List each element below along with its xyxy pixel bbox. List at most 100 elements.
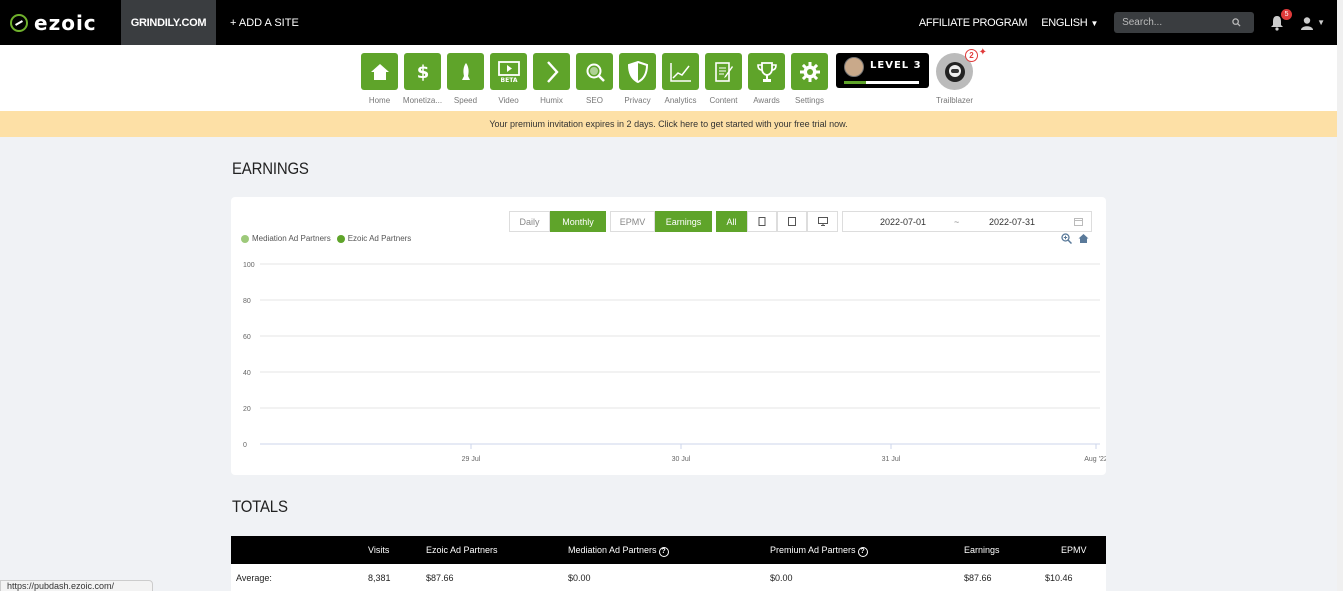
video-icon: BETA — [490, 53, 527, 90]
dollar-icon: $ — [404, 53, 441, 90]
logo-text: ezoic — [34, 10, 97, 35]
svg-text:BETA: BETA — [500, 77, 517, 83]
epmv-button[interactable]: EPMV — [610, 211, 655, 232]
desktop-icon — [817, 217, 828, 226]
app-awards-button[interactable]: Awards — [745, 53, 788, 105]
app-content-button[interactable]: Content — [702, 53, 745, 105]
site-selector[interactable]: GRINDILY.COM — [121, 0, 216, 45]
app-label: Privacy — [624, 96, 651, 105]
rocket-icon — [447, 53, 484, 90]
add-site-link[interactable]: + ADD A SITE — [230, 17, 299, 29]
trailblazer-icon: 2 ✦ — [936, 47, 987, 90]
header-visits[interactable]: Visits — [368, 545, 389, 555]
app-video-button[interactable]: BETA Video — [487, 53, 530, 105]
caret-down-icon: ▼ — [1317, 18, 1325, 27]
calendar-icon — [1074, 218, 1083, 226]
app-privacy-button[interactable]: Privacy — [616, 53, 659, 105]
search-icon[interactable] — [1232, 18, 1241, 27]
svg-text:$: $ — [416, 62, 429, 82]
gear-icon — [791, 53, 828, 90]
x-tick-label: 30 Jul — [672, 456, 691, 463]
avatar — [844, 57, 864, 77]
header-label: Mediation Ad Partners — [568, 545, 657, 555]
header-mediation-ad-partners[interactable]: Mediation Ad Partners? — [568, 545, 669, 557]
app-label: Settings — [795, 96, 824, 105]
table-header: Visits Ezoic Ad Partners Mediation Ad Pa… — [231, 536, 1106, 564]
legend-label[interactable]: Ezoic Ad Partners — [348, 234, 412, 243]
search-input[interactable] — [1122, 17, 1233, 28]
legend-dot — [336, 234, 345, 243]
header-ezoic-ad-partners[interactable]: Ezoic Ad Partners — [426, 545, 498, 555]
document-edit-icon — [705, 53, 742, 90]
header-epmv[interactable]: EPMV — [1061, 545, 1087, 555]
legend-label[interactable]: Mediation Ad Partners — [252, 234, 331, 243]
y-tick-label: 80 — [243, 298, 251, 305]
monthly-button[interactable]: Monthly — [550, 211, 606, 232]
app-label: Home — [368, 96, 391, 105]
device-mobile-button[interactable] — [777, 211, 807, 232]
caret-down-icon: ▼ — [1090, 18, 1099, 28]
affiliate-program-link[interactable]: AFFILIATE PROGRAM — [919, 17, 1028, 29]
header-label: Premium Ad Partners — [770, 545, 856, 555]
totals-table: Visits Ezoic Ad Partners Mediation Ad Pa… — [231, 536, 1106, 591]
x-tick-label: Aug '22 — [1084, 456, 1106, 463]
app-analytics-button[interactable]: Analytics — [659, 53, 702, 105]
trailblazer-label: Trailblazer — [936, 96, 974, 105]
app-seo-button[interactable]: SEO — [573, 53, 616, 105]
notifications-button[interactable]: 5 — [1270, 8, 1293, 33]
home-reset-icon[interactable] — [1078, 233, 1089, 244]
app-icon-bar: Home $ Monetiza... Speed BETA Video Humix SEO Pr… — [0, 45, 1337, 111]
level-progress-bar — [844, 81, 919, 84]
help-icon[interactable]: ? — [658, 547, 669, 557]
app-settings-button[interactable]: Settings — [788, 53, 831, 105]
x-tick-label: 31 Jul — [882, 456, 901, 463]
notifications-badge: 5 — [1281, 8, 1293, 20]
chevron-right-icon — [533, 53, 570, 90]
period-toggle: Daily Monthly — [509, 211, 606, 232]
app-label: Analytics — [664, 96, 697, 105]
premium-invitation-banner[interactable]: Your premium invitation expires in 2 day… — [0, 111, 1337, 137]
app-speed-button[interactable]: Speed — [444, 53, 487, 105]
app-label: Content — [709, 96, 738, 105]
sparkle-icon: ✦ — [978, 47, 988, 58]
device-desktop-button[interactable] — [807, 211, 838, 232]
user-menu[interactable]: ▼ — [1300, 16, 1325, 30]
header-premium-ad-partners[interactable]: Premium Ad Partners? — [770, 545, 868, 557]
ezoic-logo[interactable]: ezoic — [0, 0, 121, 45]
earnings-chart-card: Daily Monthly EPMV Earnings All 2022-07-… — [231, 197, 1106, 475]
device-all-button[interactable]: All — [716, 211, 747, 232]
help-icon[interactable]: ? — [857, 547, 868, 557]
magnifier-icon — [576, 53, 613, 90]
zoom-in-icon[interactable] — [1061, 233, 1072, 244]
date-range-picker[interactable]: 2022-07-01 ~ 2022-07-31 — [842, 211, 1092, 232]
level-badge[interactable]: LEVEL 3 — [836, 53, 929, 88]
tablet-icon — [758, 217, 766, 226]
cell-premium-ad-partners: $0.00 — [770, 573, 793, 583]
chart-legend: Mediation Ad Partners Ezoic Ad Partners — [241, 234, 411, 243]
daily-button[interactable]: Daily — [509, 211, 550, 232]
device-tablet-button[interactable] — [747, 211, 777, 232]
date-to: 2022-07-31 — [989, 216, 1036, 227]
app-label: SEO — [586, 96, 603, 105]
app-humix-button[interactable]: Humix — [530, 53, 573, 105]
page-scrollbar[interactable] — [1337, 0, 1343, 591]
y-tick-label: 60 — [243, 334, 251, 341]
app-label: Awards — [753, 96, 780, 105]
earnings-title: EARNINGS — [232, 159, 309, 178]
shield-icon — [619, 53, 656, 90]
x-tick-label: 29 Jul — [462, 456, 481, 463]
cell-mediation-ad-partners: $0.00 — [568, 573, 591, 583]
header-earnings[interactable]: Earnings — [964, 545, 1000, 555]
mobile-icon — [788, 217, 796, 226]
cell-epmv: $10.46 — [1045, 573, 1073, 583]
row-label: Average: — [236, 573, 272, 583]
language-selector[interactable]: ENGLISH ▼ — [1041, 17, 1098, 29]
date-from: 2022-07-01 — [880, 216, 927, 227]
app-label: Speed — [453, 96, 478, 105]
app-home-button[interactable]: Home — [358, 53, 401, 105]
y-tick-label: 20 — [243, 406, 251, 413]
app-monetiza-button[interactable]: $ Monetiza... — [401, 53, 444, 105]
date-separator: ~ — [954, 216, 960, 227]
earnings-button[interactable]: Earnings — [655, 211, 712, 232]
trailblazer-button[interactable]: 2 ✦ Trailblazer — [936, 47, 987, 105]
